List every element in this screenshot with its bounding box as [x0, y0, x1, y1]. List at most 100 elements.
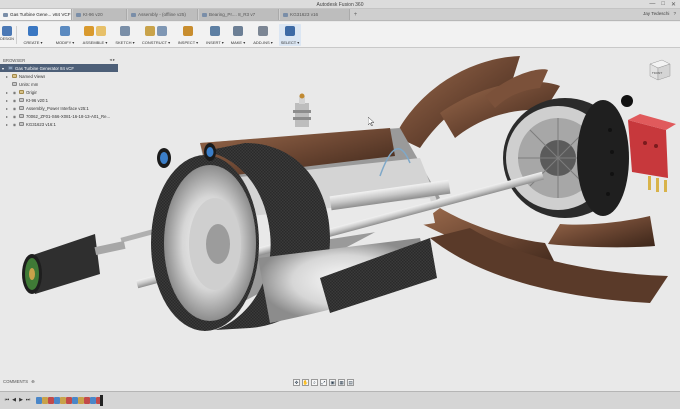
expand-arrow-icon[interactable]: ▸ [6, 114, 10, 119]
workspace-switcher[interactable]: DESIGN [0, 24, 14, 46]
expand-arrow-icon[interactable]: ▾ [2, 66, 6, 71]
tree-item-assembly[interactable]: ▸ ◉ Assembly_Power Interface v25:1 [0, 104, 118, 112]
title-bar: Autodesk Fusion 360 — □ ✕ [0, 0, 680, 9]
insert-label: INSERT ▾ [206, 40, 224, 45]
tab-gas-turbine[interactable]: Gas Turbine Gene... v84 VCF ✕ [0, 9, 72, 20]
close-window-button[interactable]: ✕ [671, 1, 676, 8]
tab-kt96[interactable]: Kt-96 v20 [73, 9, 127, 20]
orbit-icon[interactable]: ✥ [293, 379, 300, 386]
tree-item-label: Origin [26, 89, 38, 95]
3d-print-icon [233, 26, 243, 36]
viewcube[interactable]: FRONT [644, 56, 674, 84]
tree-item-named-views[interactable]: ▸ Named Views [0, 72, 118, 80]
turbine-ring [577, 100, 629, 216]
divider [16, 26, 17, 44]
minimize-button[interactable]: — [649, 1, 655, 8]
tree-item-label: Named Views [19, 73, 46, 79]
collapse-panel-icon[interactable]: ◂ ▸ [109, 57, 115, 63]
tree-item-origin[interactable]: ▸ ◉ Origin [0, 88, 118, 96]
construct-menu[interactable]: CONSTRUCT ▾ [140, 24, 172, 46]
browser-header[interactable]: BROWSER ◂ ▸ [0, 56, 118, 64]
maximize-button[interactable]: □ [661, 1, 665, 8]
document-settings-icon [12, 82, 17, 86]
spark-plug [293, 93, 311, 127]
browser-title: BROWSER [3, 57, 26, 63]
tree-item-70062[interactable]: ▸ ◉ 70062_ZF01-S66-X081-16-18-13-A01_Re.… [0, 112, 118, 120]
press-pull-icon [60, 26, 70, 36]
visibility-icon[interactable]: ◉ [12, 98, 17, 103]
linked-component-icon [19, 98, 24, 102]
add-ins-menu[interactable]: ADD-INS ▾ [251, 24, 275, 46]
app-title: Autodesk Fusion 360 [316, 2, 364, 8]
viewports-icon[interactable]: ▤ [347, 379, 354, 386]
make-menu[interactable]: MAKE ▾ [228, 24, 248, 46]
ecu-box [628, 114, 676, 192]
comments-panel[interactable]: COMMENTS ⊕ [0, 377, 70, 386]
folder-icon [19, 90, 24, 94]
timeline-play-button[interactable]: ▶ [18, 396, 24, 404]
offset-plane-icon [145, 26, 155, 36]
insert-menu[interactable]: INSERT ▾ [204, 24, 226, 46]
inspect-menu[interactable]: INSPECT ▾ [176, 24, 200, 46]
grid-settings-icon[interactable]: ▦ [338, 379, 345, 386]
tab-bearing[interactable]: Bearing_Pr.... 8_R3 v7 [199, 9, 279, 20]
add-comment-icon[interactable]: ⊕ [31, 379, 35, 385]
tree-item-kg31623[interactable]: ▸ ◉ KG31623 v16:1 [0, 120, 118, 128]
tab-kg31623[interactable]: KG31623 v16 [280, 9, 350, 20]
visibility-icon[interactable]: ◉ [12, 106, 17, 111]
insert-image-icon [210, 26, 220, 36]
axis-icon [157, 26, 167, 36]
new-component-icon [96, 26, 106, 36]
timeline-start-button[interactable]: ⏮ [4, 396, 10, 404]
help-icon[interactable]: ? [673, 11, 676, 16]
modify-label: MODIFY ▾ [55, 40, 75, 45]
tree-item-kt96[interactable]: ▸ ◉ Kt-96 v20:1 [0, 96, 118, 104]
tree-item-units[interactable]: Units: mm [0, 80, 118, 88]
visibility-icon[interactable]: ◉ [12, 90, 17, 95]
visibility-icon[interactable]: ◉ [12, 122, 17, 127]
expand-arrow-icon[interactable]: ▸ [6, 98, 10, 103]
window-controls: — □ ✕ [649, 1, 676, 8]
sketch-icon [120, 26, 130, 36]
tab-assembly[interactable]: Assembly - (offline v25) [128, 9, 198, 20]
scripts-icon [258, 26, 268, 36]
user-area: Jay Tedeschi ? [643, 11, 676, 16]
expand-arrow-icon[interactable]: ▸ [6, 74, 10, 79]
expand-arrow-icon[interactable]: ▸ [6, 106, 10, 111]
select-label: SELECT ▾ [280, 40, 300, 45]
sketch-menu[interactable]: SKETCH ▾ [114, 24, 136, 46]
design-icon [76, 12, 81, 17]
ribbon-toolbar: DESIGN CREATE ▾ MODIFY ▾ ASSEMBLE ▾ SKET… [0, 22, 680, 48]
design-icon [131, 12, 136, 17]
user-name[interactable]: Jay Tedeschi [643, 11, 669, 16]
linked-component-icon [19, 106, 24, 110]
tree-item-root[interactable]: ▾ Gas Turbine Generator 84 vCF [0, 64, 118, 72]
intake-bellmouth [151, 155, 259, 331]
expand-arrow-icon[interactable]: ▸ [6, 90, 10, 95]
create-menu[interactable]: CREATE ▾ [20, 24, 46, 46]
visibility-icon[interactable]: ◉ [12, 114, 17, 119]
modify-menu[interactable]: MODIFY ▾ [52, 24, 78, 46]
fit-icon[interactable]: ⤢ [320, 379, 327, 386]
select-menu[interactable]: SELECT ▾ [279, 24, 301, 46]
assemble-menu[interactable]: ASSEMBLE ▾ [80, 24, 110, 46]
tree-item-label: KG31623 v16:1 [26, 121, 56, 127]
tree-item-label: Gas Turbine Generator 84 vCF [15, 65, 74, 71]
timeline-marker[interactable] [100, 395, 103, 406]
expand-arrow-icon[interactable]: ▸ [6, 122, 10, 127]
tree-item-label: Kt-96 v20:1 [26, 97, 48, 103]
tab-label: Bearing_Pr.... 8_R3 v7 [209, 12, 256, 17]
inspect-label: INSPECT ▾ [177, 40, 199, 45]
design-icon [3, 12, 8, 17]
design-workspace-icon [2, 26, 12, 36]
pan-icon[interactable]: ✋ [302, 379, 309, 386]
display-settings-icon[interactable]: ▣ [329, 379, 336, 386]
timeline-end-button[interactable]: ⏭ [25, 396, 31, 404]
new-tab-icon[interactable]: + [351, 9, 360, 20]
joint-icon [84, 26, 94, 36]
zoom-icon[interactable]: ⌕ [311, 379, 318, 386]
folder-icon [12, 74, 17, 78]
tab-label: Gas Turbine Gene... v84 VCF [10, 12, 71, 17]
tree-item-label: Units: mm [19, 81, 39, 87]
timeline-back-button[interactable]: ◀ [11, 396, 17, 404]
